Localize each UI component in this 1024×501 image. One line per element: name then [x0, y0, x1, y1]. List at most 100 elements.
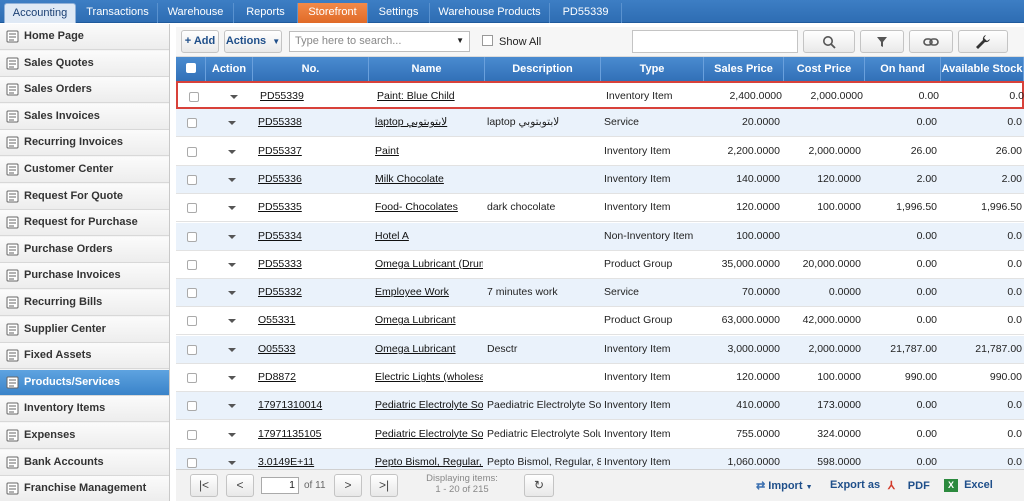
row-action-dropdown-icon[interactable] [230, 95, 238, 99]
table-row[interactable]: PD55339 Paint: Blue Child Inventory Item 2,… [176, 81, 1024, 109]
cell-no[interactable]: PD55337 [258, 138, 368, 166]
row-checkbox[interactable] [187, 288, 197, 299]
select-all-header[interactable] [176, 57, 206, 81]
cell-name[interactable]: Paint [375, 138, 483, 166]
table-row[interactable]: PD55336 Milk Chocolate Inventory Item 140.0… [176, 165, 1024, 194]
sidebar-item[interactable]: Purchase Invoices [0, 263, 169, 290]
row-action-dropdown-icon[interactable] [228, 206, 236, 211]
table-row[interactable]: PD55338 laptop لابتوبتوبي laptop لابتوبتوب… [176, 109, 1024, 138]
first-page-button[interactable]: |< [190, 474, 218, 497]
search-button[interactable] [803, 30, 855, 53]
show-all-checkbox[interactable]: Show All [482, 35, 541, 48]
row-checkbox[interactable] [189, 92, 199, 102]
checkbox-icon[interactable] [185, 63, 196, 73]
row-action-dropdown-icon[interactable] [228, 149, 236, 154]
row-action-dropdown-icon[interactable] [228, 262, 236, 267]
row-action-dropdown-icon[interactable] [228, 234, 236, 239]
col-action[interactable]: Action [206, 57, 253, 81]
page-number-input[interactable]: 1 [261, 477, 299, 494]
last-page-button[interactable]: >| [370, 474, 398, 497]
cell-no[interactable]: PD55335 [258, 194, 368, 222]
row-checkbox[interactable] [187, 203, 197, 214]
refresh-button[interactable]: ↻ [524, 474, 554, 497]
table-row[interactable]: PD55334 Hotel A Non-Inventory Item 100.0000… [176, 222, 1024, 251]
cell-name[interactable]: Omega Lubricant [375, 336, 483, 364]
row-checkbox[interactable] [187, 231, 197, 242]
row-checkbox[interactable] [187, 118, 197, 129]
tab-reports[interactable]: Reports [234, 3, 298, 23]
cell-name[interactable]: Pediatric Electrolyte Solutio [375, 421, 483, 449]
table-row[interactable]: PD55333 Omega Lubricant (Drum) Product Gro… [176, 251, 1024, 279]
cell-no[interactable]: PD8872 [258, 364, 368, 392]
sidebar-item[interactable]: Supplier Center [0, 316, 169, 343]
table-row[interactable]: PD55335 Food- Chocolates dark chocolate Inv… [176, 194, 1024, 223]
row-checkbox[interactable] [187, 429, 197, 440]
cell-name[interactable]: Omega Lubricant (Drum) [375, 251, 483, 279]
cell-name[interactable]: laptop لابتوبتوبي [375, 109, 483, 137]
row-checkbox[interactable] [187, 401, 197, 412]
cell-name[interactable]: Pepto Bismol, Regular, 8oz [375, 449, 483, 469]
cell-no[interactable]: O55331 [258, 307, 368, 335]
actions-dropdown[interactable]: Actions ▼ [224, 30, 282, 53]
col-sales-price[interactable]: Sales Price [704, 57, 784, 81]
table-row[interactable]: O55331 Omega Lubricant Product Group 63,000… [176, 307, 1024, 336]
row-action-dropdown-icon[interactable] [228, 376, 236, 380]
sidebar-item[interactable]: Request for Purchase [0, 210, 169, 237]
tab-warehouse-products[interactable]: Warehouse Products [430, 3, 550, 23]
row-checkbox[interactable] [187, 373, 197, 383]
table-row[interactable]: O05533 Omega Lubricant Desctr Inventory Ite… [176, 335, 1024, 364]
add-button[interactable]: + Add [181, 30, 219, 53]
cell-name[interactable]: Pediatric Electrolyte Solutio [375, 392, 483, 420]
cell-no[interactable]: PD55334 [258, 223, 368, 251]
prev-page-button[interactable]: < [226, 474, 254, 497]
import-button[interactable]: ⇄ Import ▼ [756, 479, 813, 492]
settings-button[interactable] [958, 30, 1008, 53]
col-type[interactable]: Type [601, 57, 704, 81]
sidebar-item[interactable]: Recurring Bills [0, 290, 169, 316]
cell-no[interactable]: 3.0149E+11 [258, 449, 368, 469]
sidebar-item[interactable]: Fixed Assets [0, 343, 169, 370]
col-cost-price[interactable]: Cost Price [784, 57, 865, 81]
tab-accounting[interactable]: Accounting [4, 3, 76, 23]
sidebar-item[interactable]: Recurring Invoices [0, 130, 169, 157]
cell-name[interactable]: Food- Chocolates [375, 194, 483, 222]
tab-storefront[interactable]: Storefront [298, 3, 368, 23]
cell-name[interactable]: Employee Work [375, 279, 483, 307]
cell-no[interactable]: O05533 [258, 336, 368, 364]
checkbox-icon[interactable] [482, 35, 493, 46]
link-button[interactable] [909, 30, 953, 53]
tab-pd55339[interactable]: PD55339 [550, 3, 622, 23]
sidebar-item[interactable]: Request For Quote [0, 183, 169, 210]
row-action-dropdown-icon[interactable] [228, 404, 236, 409]
cell-no[interactable]: PD55338 [258, 109, 368, 137]
sidebar-item[interactable]: Inventory Items [0, 396, 169, 423]
sidebar-item[interactable]: Sales Invoices [0, 103, 169, 130]
col-available-stock[interactable]: Available Stock [941, 57, 1024, 81]
table-row[interactable]: PD55337 Paint Inventory Item 2,200.0000 2,00… [176, 138, 1024, 166]
tab-warehouse[interactable]: Warehouse [158, 3, 234, 23]
excel-export-button[interactable]: X Excel [944, 479, 993, 492]
row-checkbox[interactable] [187, 146, 197, 157]
sidebar-item[interactable]: Franchise Management [0, 476, 169, 501]
row-checkbox[interactable] [187, 316, 197, 327]
col-no[interactable]: No. [253, 57, 369, 81]
table-row[interactable]: 3.0149E+11 Pepto Bismol, Regular, 8oz Pept… [176, 448, 1024, 469]
tab-transactions[interactable]: Transactions [78, 3, 158, 23]
filter-button[interactable] [860, 30, 904, 53]
sidebar-item[interactable]: Products/Services [0, 369, 169, 396]
row-action-dropdown-icon[interactable] [228, 432, 236, 437]
cell-name[interactable]: Omega Lubricant [375, 307, 483, 335]
cell-no[interactable]: PD55339 [260, 83, 370, 111]
cell-no[interactable]: PD55336 [258, 166, 368, 194]
sidebar-item[interactable]: Purchase Orders [0, 236, 169, 263]
row-checkbox[interactable] [187, 174, 197, 185]
row-checkbox[interactable] [187, 344, 197, 355]
next-page-button[interactable]: > [334, 474, 362, 497]
sidebar-item[interactable]: Sales Quotes [0, 50, 169, 77]
cell-name[interactable]: Electric Lights (wholesales [375, 364, 483, 392]
col-name[interactable]: Name [369, 57, 485, 81]
sidebar-item[interactable]: Home Page [0, 24, 169, 50]
search-input[interactable]: Type here to search... ▼ [289, 31, 470, 52]
tab-settings[interactable]: Settings [368, 3, 430, 23]
cell-no[interactable]: PD55333 [258, 251, 368, 279]
